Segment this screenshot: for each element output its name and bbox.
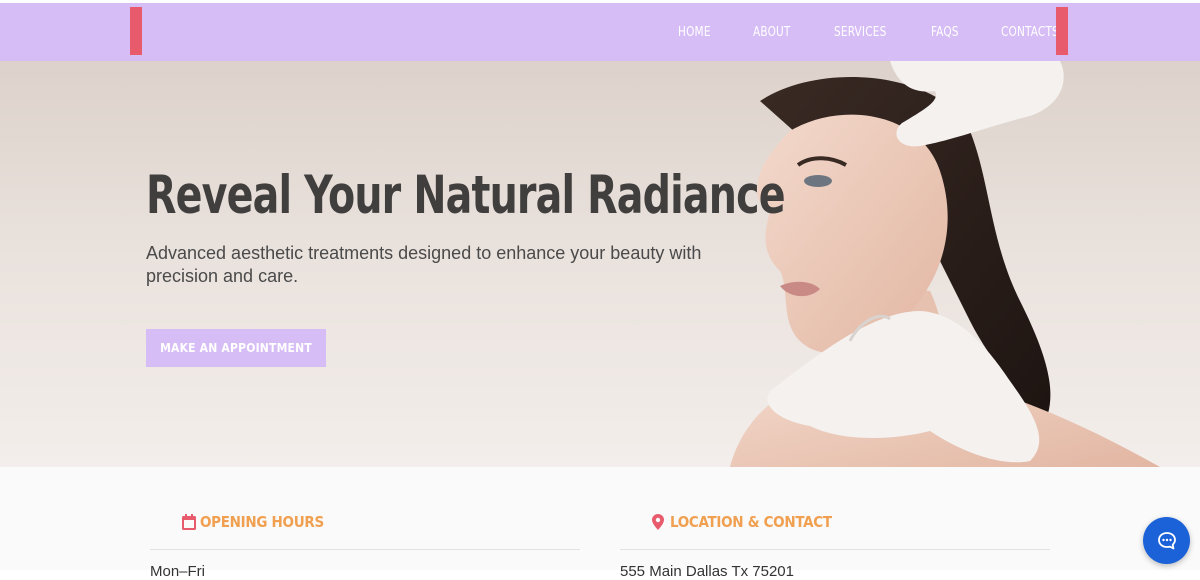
divider (150, 549, 580, 550)
nav-link-home[interactable]: HOME (678, 25, 711, 40)
hero-subtitle: Advanced aesthetic treatments designed t… (146, 243, 702, 286)
location-contact-heading: LOCATION & CONTACT (652, 513, 832, 531)
chat-button[interactable] (1143, 517, 1190, 564)
opening-hours-panel: OPENING HOURS Mon–Fri (150, 467, 580, 580)
location-contact-panel: LOCATION & CONTACT 555 Main Dallas Tx 75… (620, 467, 1050, 580)
location-contact-title: LOCATION & CONTACT (670, 513, 832, 531)
hero-section: Reveal Your Natural Radiance Advanced ae… (0, 61, 1200, 467)
divider (620, 549, 1050, 550)
opening-hours-heading: OPENING HOURS (182, 513, 324, 531)
navbar: HOME ABOUT SERVICES FAQS CONTACTS (0, 3, 1200, 61)
nav-accent-right (1056, 7, 1068, 55)
map-pin-icon (652, 514, 666, 530)
hero-title: Reveal Your Natural Radiance (146, 165, 786, 226)
hero-image (730, 61, 1160, 467)
opening-hours-title: OPENING HOURS (200, 513, 324, 531)
calendar-icon (182, 514, 196, 530)
nav-link-faqs[interactable]: FAQS (931, 25, 959, 40)
nav-link-about[interactable]: ABOUT (753, 25, 791, 40)
info-section: OPENING HOURS Mon–Fri LOCATION & CONTACT… (0, 467, 1200, 580)
chat-bubble-icon (1157, 531, 1177, 551)
nav-link-contacts[interactable]: CONTACTS (1001, 25, 1059, 40)
location-first-line: 555 Main Dallas Tx 75201 (620, 563, 794, 580)
nav-link-services[interactable]: SERVICES (834, 25, 886, 40)
nav-accent-left (130, 7, 142, 55)
hours-first-line: Mon–Fri (150, 563, 206, 580)
nav-menu: HOME ABOUT SERVICES FAQS CONTACTS (678, 3, 1104, 61)
make-appointment-button[interactable]: MAKE AN APPOINTMENT (146, 329, 326, 367)
